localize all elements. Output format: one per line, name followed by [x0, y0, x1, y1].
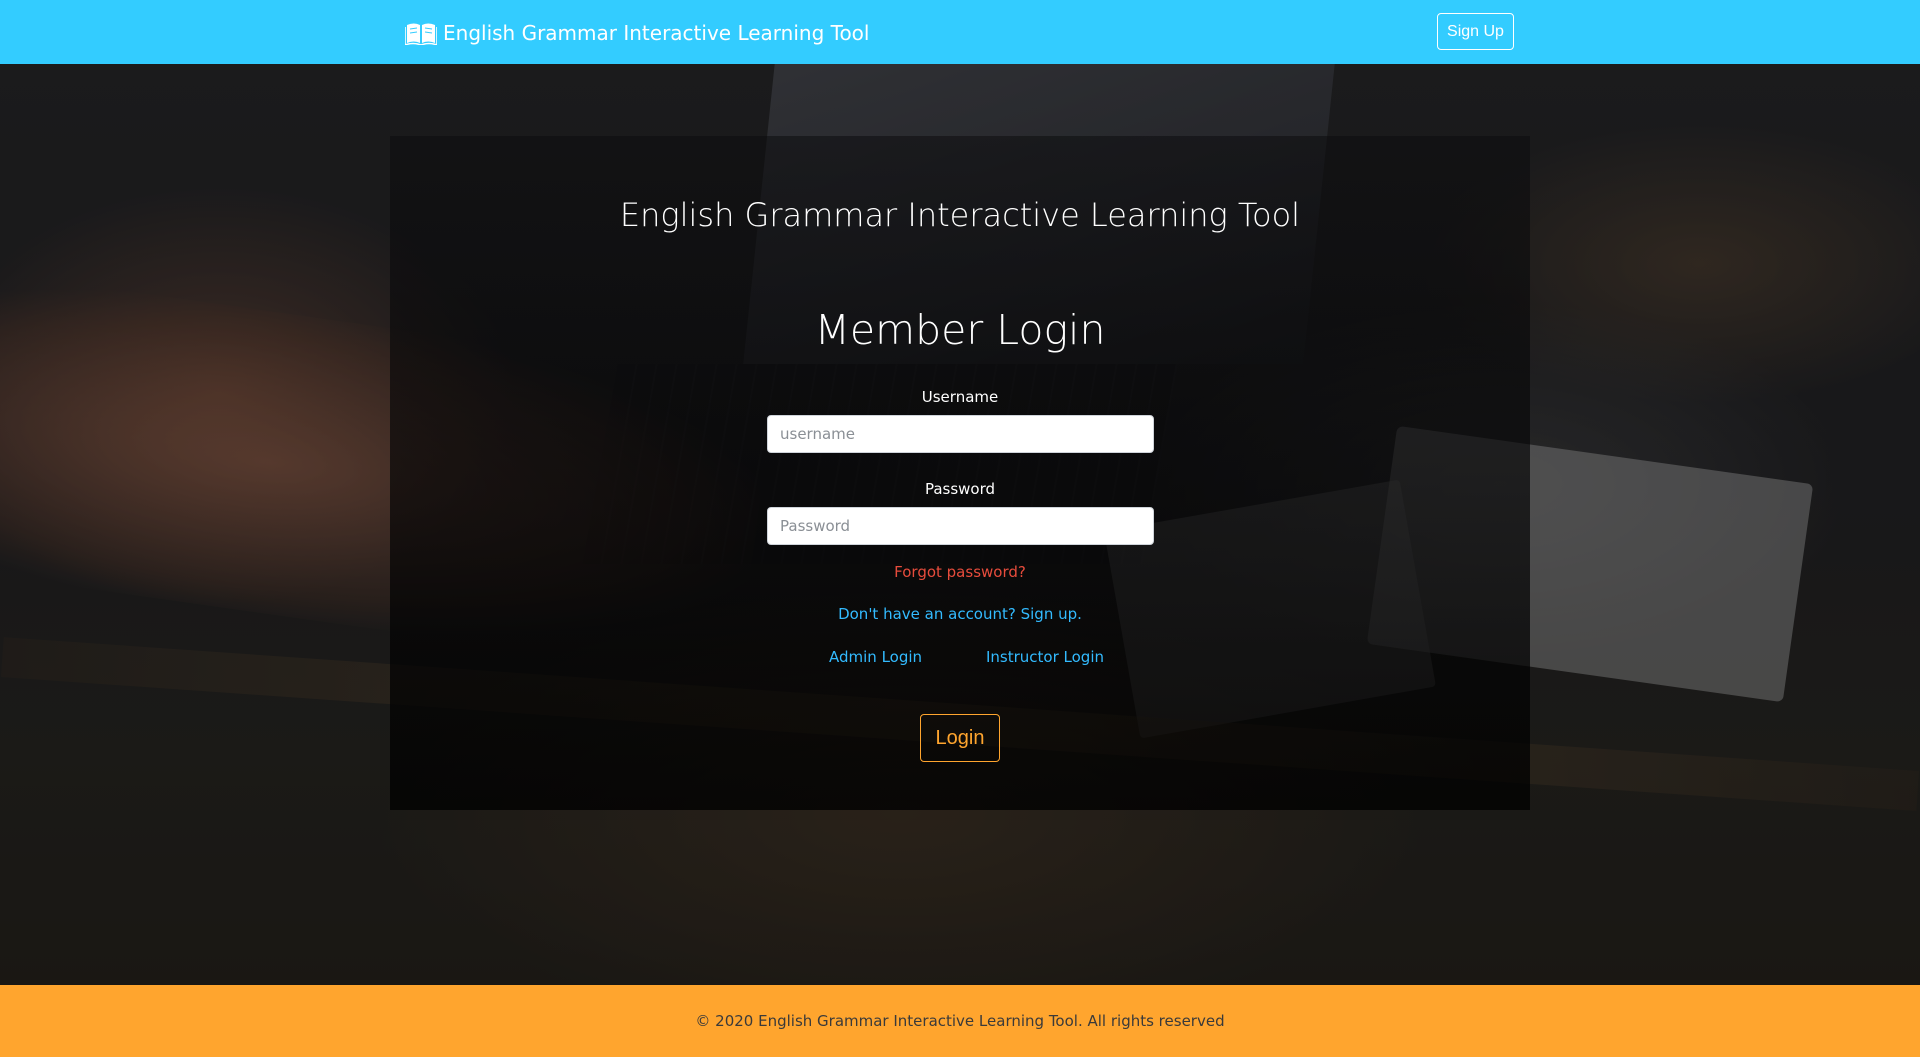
password-label: Password [924, 480, 996, 498]
top-navbar: English Grammar Interactive Learning Too… [0, 0, 1920, 64]
app-title: English Grammar Interactive Learning Too… [619, 196, 1301, 234]
login-heading: Member Login [814, 306, 1106, 354]
signup-link[interactable]: Don't have an account? Sign up. [390, 605, 1530, 623]
instructor-login-link[interactable]: Instructor Login [986, 648, 1104, 666]
open-book-icon [404, 21, 438, 47]
admin-login-link[interactable]: Admin Login [829, 648, 922, 666]
login-panel: English Grammar Interactive Learning Too… [390, 136, 1530, 810]
brand-link[interactable]: English Grammar Interactive Learning Too… [404, 16, 870, 50]
username-input[interactable] [767, 415, 1154, 453]
footer: © 2020 English Grammar Interactive Learn… [0, 985, 1920, 1057]
forgot-password-link[interactable]: Forgot password? [390, 563, 1530, 581]
password-input[interactable] [767, 507, 1154, 545]
login-button[interactable]: Login [920, 714, 1000, 762]
signup-button[interactable]: Sign Up [1437, 13, 1514, 50]
copyright-text: © 2020 English Grammar Interactive Learn… [695, 1012, 1225, 1030]
username-label: Username [921, 388, 999, 406]
brand-text: English Grammar Interactive Learning Too… [443, 21, 870, 45]
